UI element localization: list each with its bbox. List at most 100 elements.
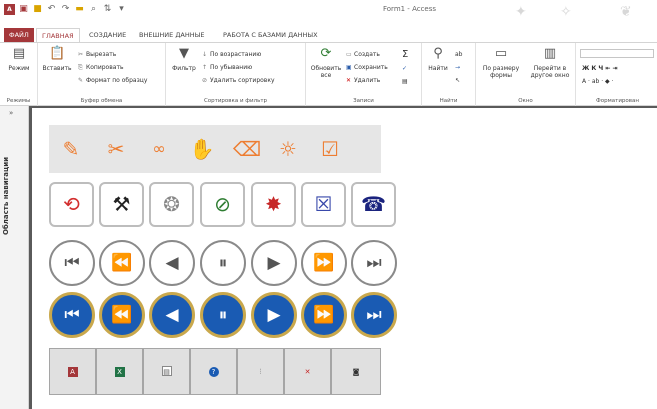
previous-record-button-blue[interactable]: ◀ [149, 292, 195, 338]
folder-icon[interactable]: ■ [32, 4, 43, 15]
remove-sort-button[interactable]: ⊘ Удалить сортировку [202, 77, 275, 85]
camera-icon: ◙ [352, 368, 360, 376]
quick-access-toolbar: A ▣ ■ ↶ ↷ ▬ ⌕ ⇅ ▾ [4, 4, 127, 15]
rewind-button[interactable]: ⏪ [99, 240, 145, 286]
tab-create[interactable]: СОЗДАНИЕ [84, 28, 131, 42]
decoration-icon: ❦ [620, 4, 632, 20]
undo-timer-button[interactable]: ⟲ [49, 182, 94, 227]
sort-desc-icon: ↑ [202, 64, 208, 71]
next-record-button-blue[interactable]: ▶ [251, 292, 297, 338]
group-label: Режимы [6, 98, 31, 104]
checkbox-icon[interactable]: ☑ [313, 134, 347, 164]
tab-database-tools[interactable]: РАБОТА С БАЗАМИ ДАННЫХ [218, 28, 323, 42]
format-painter-button[interactable]: ✎ Формат по образцу [78, 77, 147, 85]
navigation-pane[interactable]: » Область навигации [0, 106, 29, 409]
expand-nav-icon[interactable]: » [9, 109, 13, 117]
spelling-icon[interactable]: ✓ [402, 65, 407, 73]
replace-icon[interactable]: ab [455, 51, 463, 59]
delete-icon: ✕ [346, 77, 352, 84]
select-icon[interactable]: ↖ [455, 77, 460, 85]
group-sort-filter: ▼ Фильтр ↓ По возрастанию ↑ По убыванию ⊘ У… [166, 43, 306, 106]
sort-descending-button[interactable]: ↑ По убыванию [202, 64, 252, 72]
backspace-icon[interactable]: ⌫ [230, 134, 264, 164]
fast-forward-button[interactable]: ⏩ [301, 240, 347, 286]
navigation-pane-label: Область навигации [2, 156, 10, 236]
pause-button-blue[interactable]: ⏸ [200, 292, 246, 338]
web-button[interactable]: ❂ [149, 182, 194, 227]
view-button[interactable]: ▤ Режим [3, 46, 35, 72]
bold-italic-underline[interactable]: Ж К Ч ⇤ ⇥ [582, 65, 618, 73]
group-label: Сортировка и фильтр [203, 98, 268, 104]
save-record-button[interactable]: ▣ Сохранить [346, 64, 388, 72]
copy-button[interactable]: ⎘ Копировать [78, 64, 123, 72]
previous-record-button[interactable]: ◀ [149, 240, 195, 286]
hand-icon[interactable]: ✋ [185, 134, 219, 164]
access-app-icon[interactable]: A [4, 4, 15, 15]
explode-button[interactable]: ✸ [251, 182, 296, 227]
font-dropdown[interactable] [580, 49, 654, 58]
totals-icon[interactable]: Σ [402, 50, 408, 60]
save-icon[interactable]: ▣ [18, 4, 29, 15]
pencil-icon[interactable]: ✎ [54, 134, 88, 164]
new-record-button[interactable]: ▭ Создать [346, 51, 380, 59]
sort-icon[interactable]: ⇅ [102, 4, 113, 15]
tools-button[interactable]: ⚒ [99, 182, 144, 227]
first-record-button[interactable]: ⏮ [49, 240, 95, 286]
goto-icon[interactable]: → [455, 64, 460, 72]
color-tools[interactable]: A · ab · ◆ · [582, 78, 613, 86]
cut-button[interactable]: ✂ Вырезать [78, 51, 116, 59]
redo-icon[interactable]: ↷ [60, 4, 71, 15]
sun-icon[interactable]: ☼ [271, 134, 305, 164]
switch-window-button[interactable]: ▥ Перейти в другое окно [526, 46, 574, 79]
glasses-icon[interactable]: ∞ [142, 134, 176, 164]
next-record-button[interactable]: ▶ [251, 240, 297, 286]
fast-forward-button-blue[interactable]: ⏩ [301, 292, 347, 338]
new-icon: ▭ [346, 51, 352, 58]
view-icon: ▤ [12, 46, 26, 61]
undo-icon[interactable]: ↶ [46, 4, 57, 15]
delete-record-button[interactable]: ✕ Удалить [346, 77, 380, 85]
last-record-button[interactable]: ⏭ [351, 240, 397, 286]
tab-external-data[interactable]: ВНЕШНИЕ ДАННЫЕ [134, 28, 209, 42]
help-button[interactable]: ? [190, 348, 237, 395]
group-formatting: Ж К Ч ⇤ ⇥ A · ab · ◆ · Форматирован [576, 43, 657, 106]
group-label: Записи [353, 98, 374, 104]
open-icon[interactable]: ▬ [74, 4, 85, 15]
paste-icon: 📋 [49, 46, 66, 61]
sort-ascending-button[interactable]: ↓ По возрастанию [202, 51, 261, 59]
toolbar-dropdown-icon[interactable]: ▾ [116, 4, 127, 15]
no-smoking-button[interactable]: ⊘ [200, 182, 245, 227]
rewind-button-blue[interactable]: ⏪ [99, 292, 145, 338]
properties-button[interactable]: ⫶ [237, 348, 284, 395]
last-record-button-blue[interactable]: ⏭ [351, 292, 397, 338]
close-box-button[interactable]: ☒ [301, 182, 346, 227]
access-icon: A [67, 367, 78, 377]
scissors-icon: ✂ [78, 51, 84, 58]
switch-window-icon: ▥ [543, 46, 557, 61]
open-access-button[interactable]: A [49, 348, 96, 395]
paste-button[interactable]: 📋 Вставить [42, 46, 72, 72]
camera-button[interactable]: ◙ [331, 348, 381, 395]
help-icon: ? [208, 367, 219, 377]
tab-file[interactable]: ФАЙЛ [4, 28, 34, 42]
window-title: Form1 - Access [383, 5, 437, 13]
print-preview-icon[interactable]: ⌕ [88, 4, 99, 15]
tab-home[interactable]: ГЛАВНАЯ [36, 28, 80, 42]
first-record-button-blue[interactable]: ⏮ [49, 292, 95, 338]
export-excel-button[interactable]: X [96, 348, 143, 395]
filter-button[interactable]: ▼ Фильтр [169, 46, 199, 72]
clear-filter-button[interactable]: ✕ [284, 348, 331, 395]
find-button[interactable]: ⚲ Найти [425, 46, 451, 72]
group-label: Найти [439, 98, 458, 104]
binoculars-icon: ⚲ [433, 46, 443, 61]
title-bar: A ▣ ■ ↶ ↷ ▬ ⌕ ⇅ ▾ Form1 - Access ✦ ✧ ❦ [0, 0, 657, 28]
pause-button[interactable]: ⏸ [200, 240, 246, 286]
group-clipboard: 📋 Вставить ✂ Вырезать ⎘ Копировать ✎ Формат… [38, 43, 166, 106]
fit-to-form-button[interactable]: ▭ По размеру формы [479, 46, 523, 79]
telephone-button[interactable]: ☎ [351, 182, 396, 227]
form-view-button[interactable]: ▤ [143, 348, 190, 395]
scissors-icon[interactable]: ✂ [99, 134, 133, 164]
refresh-all-button[interactable]: ⟳ Обновить все [309, 46, 343, 79]
properties-icon: ⫶ [259, 368, 262, 376]
more-icon[interactable]: ▤ [402, 78, 408, 86]
